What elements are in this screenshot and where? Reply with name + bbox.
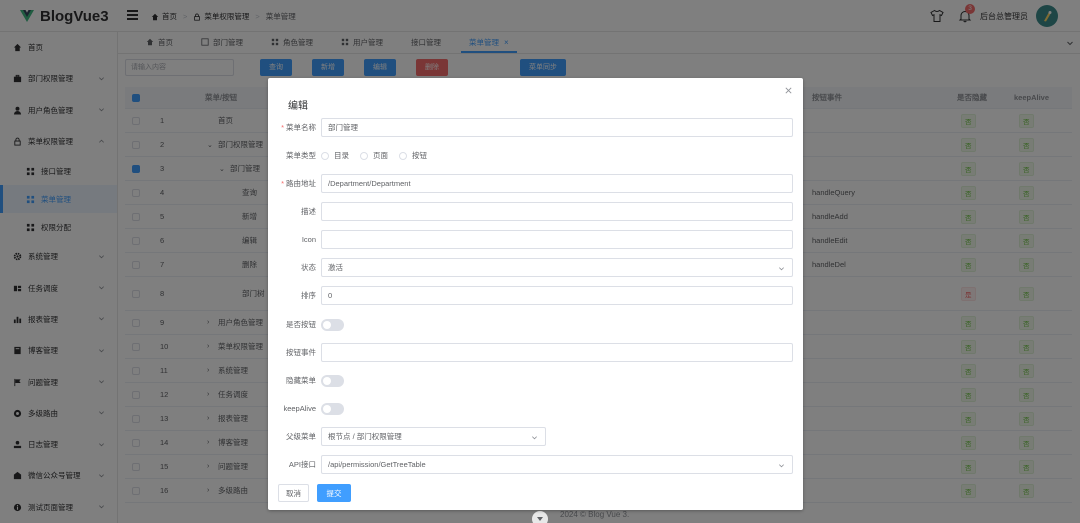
icon-input[interactable]	[321, 230, 793, 249]
parent-menu-cascader[interactable]: 根节点 / 部门权限管理	[321, 427, 546, 446]
is-button-switch[interactable]	[321, 318, 344, 331]
api-select[interactable]: /api/permission/GetTreeTable	[321, 455, 793, 474]
form-row-parent: 父级菜单 根节点 / 部门权限管理	[268, 427, 803, 446]
form-row-order: 排序 0	[268, 286, 803, 305]
form-row-api: API接口 /api/permission/GetTreeTable	[268, 455, 803, 474]
field-label: API接口	[288, 460, 316, 469]
form-row-is-button: 是否按钮	[268, 315, 803, 334]
field-label: Icon	[301, 235, 316, 244]
caret-down-icon	[537, 517, 543, 521]
field-label: 状态	[301, 263, 316, 272]
menu-name-input[interactable]: 部门管理	[321, 118, 793, 137]
field-label: keepAlive	[283, 404, 316, 413]
dialog-title: 编辑	[288, 101, 308, 112]
form-row-name: * 菜单名称 部门管理	[268, 118, 803, 137]
hidden-menu-switch[interactable]	[321, 374, 344, 387]
cancel-button[interactable]: 取消	[278, 484, 309, 502]
radio-button[interactable]: 按钮	[399, 150, 427, 161]
status-value: 激活	[328, 263, 343, 272]
menu-type-radio-group: 目录 页面 按钮	[321, 150, 438, 161]
field-label: 排序	[301, 291, 316, 300]
parent-menu-value: 根节点 / 部门权限管理	[328, 432, 402, 441]
api-value: /api/permission/GetTreeTable	[328, 460, 426, 469]
radio-directory[interactable]: 目录	[321, 150, 349, 161]
scroll-down-button[interactable]	[532, 511, 548, 523]
chevron-down-icon	[779, 267, 784, 271]
route-input[interactable]: /Department/Department	[321, 174, 793, 193]
field-label: 是否按钮	[286, 320, 316, 329]
close-icon[interactable]	[784, 86, 793, 95]
status-select[interactable]: 激活	[321, 258, 793, 277]
chevron-down-icon	[779, 464, 784, 468]
button-event-input[interactable]	[321, 343, 793, 362]
field-label: 描述	[301, 207, 316, 216]
field-label: 隐藏菜单	[286, 376, 316, 385]
field-label: 菜单类型	[286, 151, 316, 160]
description-input[interactable]	[321, 202, 793, 221]
submit-button[interactable]: 提交	[317, 484, 351, 502]
field-label: 父级菜单	[286, 432, 316, 441]
form-row-hidden: 隐藏菜单	[268, 371, 803, 390]
form-row-btn-event: 按钮事件	[268, 343, 803, 362]
form-row-route: * 路由地址 /Department/Department	[268, 174, 803, 193]
form-row-type: 菜单类型 目录 页面 按钮	[268, 146, 803, 165]
form-row-status: 状态 激活	[268, 258, 803, 277]
order-input[interactable]: 0	[321, 286, 793, 305]
form-row-keepalive: keepAlive	[268, 399, 803, 418]
edit-dialog: 编辑 * 菜单名称 部门管理 菜单类型 目录 页面 按钮 * 路由地址 /Depar…	[268, 78, 803, 510]
chevron-down-icon	[532, 436, 537, 440]
field-label: 按钮事件	[286, 348, 316, 357]
field-label: * 路由地址	[281, 179, 316, 188]
radio-page[interactable]: 页面	[360, 150, 388, 161]
form-row-desc: 描述	[268, 202, 803, 221]
field-label: * 菜单名称	[281, 123, 316, 132]
keepalive-switch[interactable]	[321, 402, 344, 415]
form-row-icon: Icon	[268, 230, 803, 249]
